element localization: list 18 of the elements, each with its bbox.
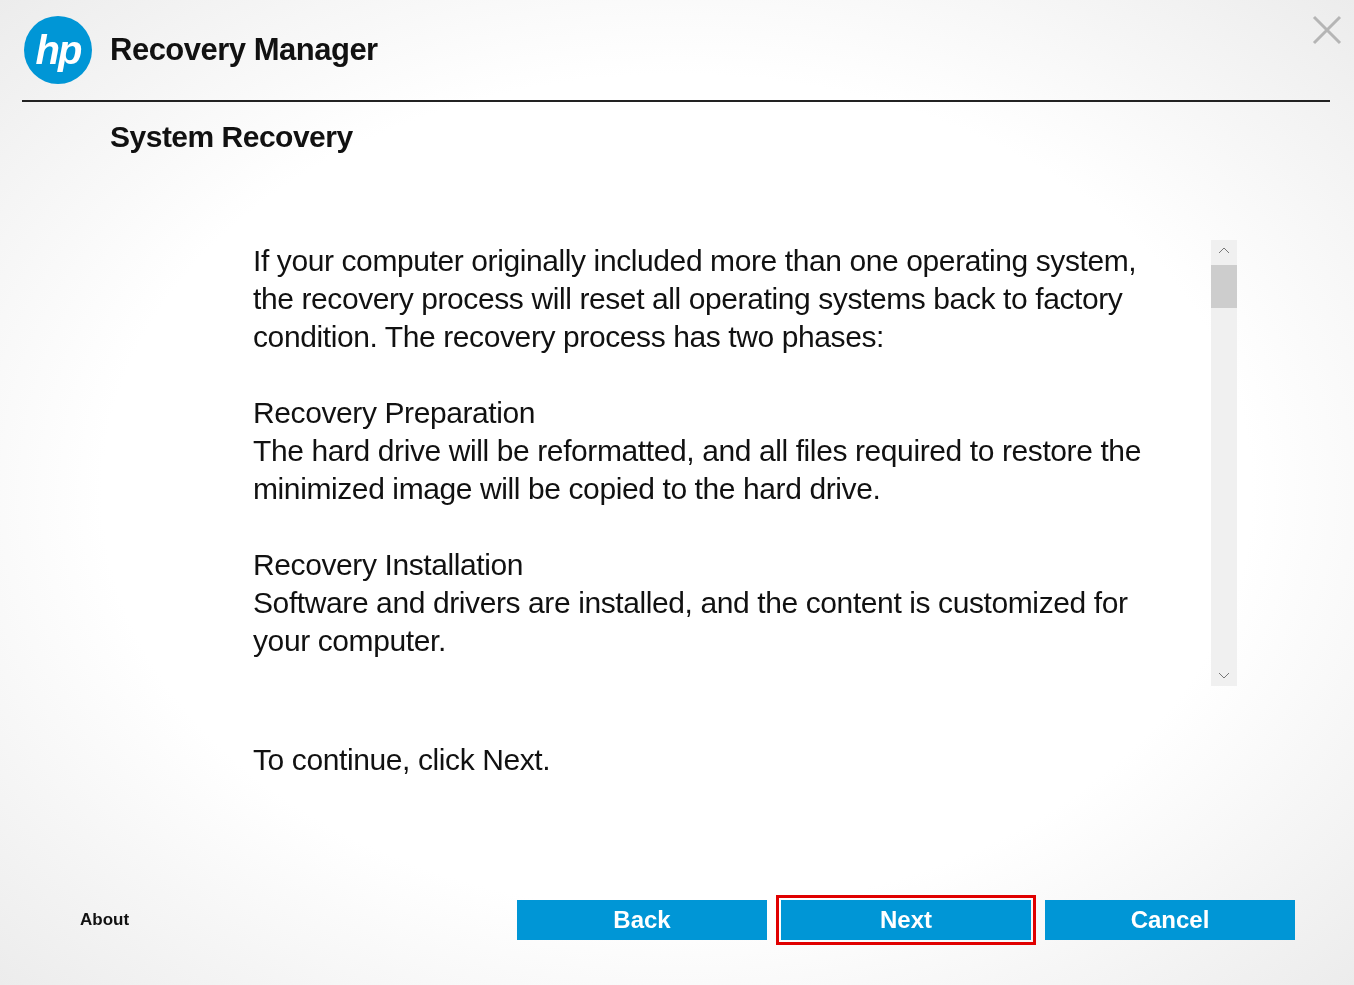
scroll-up-icon[interactable] [1218,246,1230,254]
scroll-down-icon[interactable] [1218,672,1230,680]
scroll-thumb[interactable] [1211,265,1237,308]
window-title: Recovery Manager [110,32,378,68]
dialog-button[interactable]: Next [781,900,1031,940]
instruction-text: To continue, click Next. [253,743,552,777]
section-heading: Recovery Installation [253,547,525,583]
hp-logo: hp [24,16,92,84]
section-paragraph: Software and drivers are installed, and the content is customized for your computer. [253,585,1129,659]
section-heading: Recovery Preparation [253,395,537,431]
dialog-button[interactable]: Cancel [1045,900,1295,940]
close-icon[interactable] [1312,15,1342,45]
about-link[interactable]: About [80,910,130,930]
scrollbar[interactable] [1211,240,1237,686]
section-paragraph: The hard drive will be reformatted, and all files required to restore the minimized image will be copied to the hard drive. [253,433,1142,507]
dialog-button[interactable]: Back [517,900,767,940]
page-title: System Recovery [110,120,354,154]
intro-paragraph: If your computer originally included more than one operating system, the recovery process will reset all operating systems back to factory condition. The recovery process has two phases: [253,243,1138,355]
